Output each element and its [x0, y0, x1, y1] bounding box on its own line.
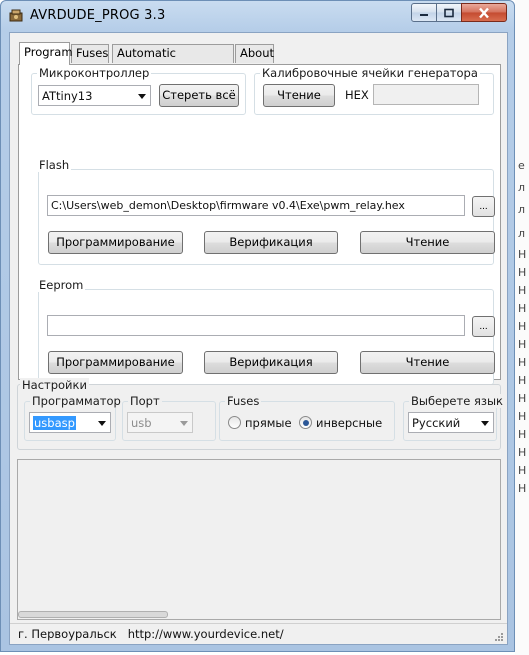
- horizontal-scrollbar-thumb[interactable]: [18, 611, 168, 618]
- resize-grip-icon[interactable]: [494, 632, 504, 642]
- flash-browse-button[interactable]: ...: [472, 196, 495, 217]
- background-text: Н: [518, 266, 527, 279]
- language-select[interactable]: Русский: [408, 412, 494, 433]
- close-icon: [479, 7, 489, 18]
- language-selected-value: Русский: [412, 416, 461, 430]
- fuses-inverse-label: инверсные: [316, 416, 383, 430]
- language-legend: Выберете язык: [409, 394, 505, 408]
- program-tab-panel: Микроконтроллер ATtiny13 Стереть всё Кал…: [18, 64, 501, 385]
- settings-legend: Настройки: [20, 378, 89, 392]
- port-select[interactable]: usb: [127, 412, 193, 433]
- minimize-icon: [420, 13, 428, 16]
- eeprom-program-button[interactable]: Программирование: [48, 351, 183, 374]
- tab-fuses[interactable]: Fuses: [71, 44, 109, 63]
- background-text: Н: [518, 320, 527, 333]
- fuses-direct-label: прямые: [245, 416, 292, 430]
- port-selected-value: usb: [131, 416, 152, 430]
- background-text: Н: [518, 446, 527, 459]
- background-text: Н: [518, 338, 527, 351]
- programmer-legend: Программатор: [30, 394, 123, 408]
- calibration-hex-field[interactable]: [373, 84, 479, 105]
- background-text: Н: [518, 374, 527, 387]
- tab-about[interactable]: About: [235, 44, 274, 63]
- flash-file-path-input[interactable]: C:\Users\web_demon\Desktop\firmware v0.4…: [47, 195, 465, 216]
- programmer-selected-value: usbasp: [33, 416, 76, 430]
- log-output-area[interactable]: [17, 459, 501, 620]
- port-legend: Порт: [128, 394, 162, 408]
- eeprom-group: Eeprom ... Программирование Верификация …: [37, 278, 495, 385]
- flash-read-button[interactable]: Чтение: [360, 231, 495, 254]
- tab-automatic-programming[interactable]: Automatic programming: [112, 44, 234, 77]
- mcu-legend: Микроконтроллер: [37, 66, 152, 80]
- fuses-mode-group: Fuses прямые инверсные: [219, 394, 395, 441]
- status-bar: г. Первоуральск http://www.yourdevice.ne…: [10, 623, 507, 645]
- background-text: e: [518, 159, 525, 172]
- background-text: Н: [518, 410, 527, 423]
- app-window: AVRDUDE_PROG 3.3 Program Fuses Automatic…: [0, 0, 515, 652]
- calibration-group: Калибровочные ячейки генератора Чтение H…: [254, 66, 494, 115]
- calibration-legend: Калибровочные ячейки генератора: [260, 66, 480, 80]
- background-text: Н: [518, 482, 527, 495]
- background-text: Н: [518, 302, 527, 315]
- eeprom-read-button[interactable]: Чтение: [360, 351, 495, 374]
- port-group: Порт usb: [122, 394, 216, 441]
- hex-label: HEX: [345, 88, 369, 102]
- flash-legend: Flash: [37, 158, 72, 172]
- title-bar[interactable]: AVRDUDE_PROG 3.3: [1, 1, 514, 31]
- background-text: Н: [518, 284, 527, 297]
- chevron-down-icon: [138, 94, 146, 99]
- settings-group: Настройки Программатор usbasp Порт usb F…: [17, 378, 505, 450]
- flash-program-button[interactable]: Программирование: [48, 231, 183, 254]
- minimize-button[interactable]: [411, 3, 437, 22]
- erase-all-button[interactable]: Стереть всё: [159, 84, 239, 107]
- flash-group: Flash C:\Users\web_demon\Desktop\firmwar…: [37, 158, 495, 265]
- mcu-selected-value: ATtiny13: [42, 89, 93, 103]
- eeprom-file-path-input[interactable]: [47, 315, 465, 336]
- app-icon: [9, 9, 23, 22]
- background-text: Н: [518, 356, 527, 369]
- language-group: Выберете язык Русский: [403, 394, 505, 441]
- background-text: Н: [518, 464, 527, 477]
- background-text: л: [518, 227, 526, 240]
- close-button[interactable]: [461, 3, 507, 22]
- maximize-button[interactable]: [436, 3, 462, 22]
- chevron-down-icon: [481, 421, 489, 426]
- background-text: л: [518, 181, 526, 194]
- programmer-group: Программатор usbasp: [24, 394, 123, 441]
- background-text: Н: [518, 392, 527, 405]
- eeprom-legend: Eeprom: [37, 278, 86, 292]
- fuses-inverse-radio[interactable]: [299, 416, 312, 429]
- fuses-direct-radio[interactable]: [228, 416, 241, 429]
- tab-program[interactable]: Program: [19, 42, 73, 65]
- background-text: Н: [518, 248, 527, 261]
- client-area: Program Fuses Automatic programming Abou…: [9, 32, 508, 645]
- eeprom-browse-button[interactable]: ...: [472, 316, 495, 337]
- status-text: г. Первоуральск http://www.yourdevice.ne…: [18, 627, 284, 641]
- chevron-down-icon: [98, 421, 106, 426]
- flash-verify-button[interactable]: Верификация: [204, 231, 338, 254]
- programmer-select[interactable]: usbasp: [29, 412, 111, 433]
- calibration-read-button[interactable]: Чтение: [263, 84, 335, 107]
- mcu-group: Микроконтроллер ATtiny13 Стереть всё: [31, 66, 246, 115]
- background-text: л: [518, 203, 526, 216]
- eeprom-verify-button[interactable]: Верификация: [204, 351, 338, 374]
- maximize-icon: [444, 8, 454, 17]
- background-text: Н: [518, 428, 527, 441]
- fuses-mode-legend: Fuses: [225, 394, 262, 408]
- window-title: AVRDUDE_PROG 3.3: [30, 8, 166, 23]
- chevron-down-icon: [180, 421, 188, 426]
- mcu-select[interactable]: ATtiny13: [38, 85, 151, 106]
